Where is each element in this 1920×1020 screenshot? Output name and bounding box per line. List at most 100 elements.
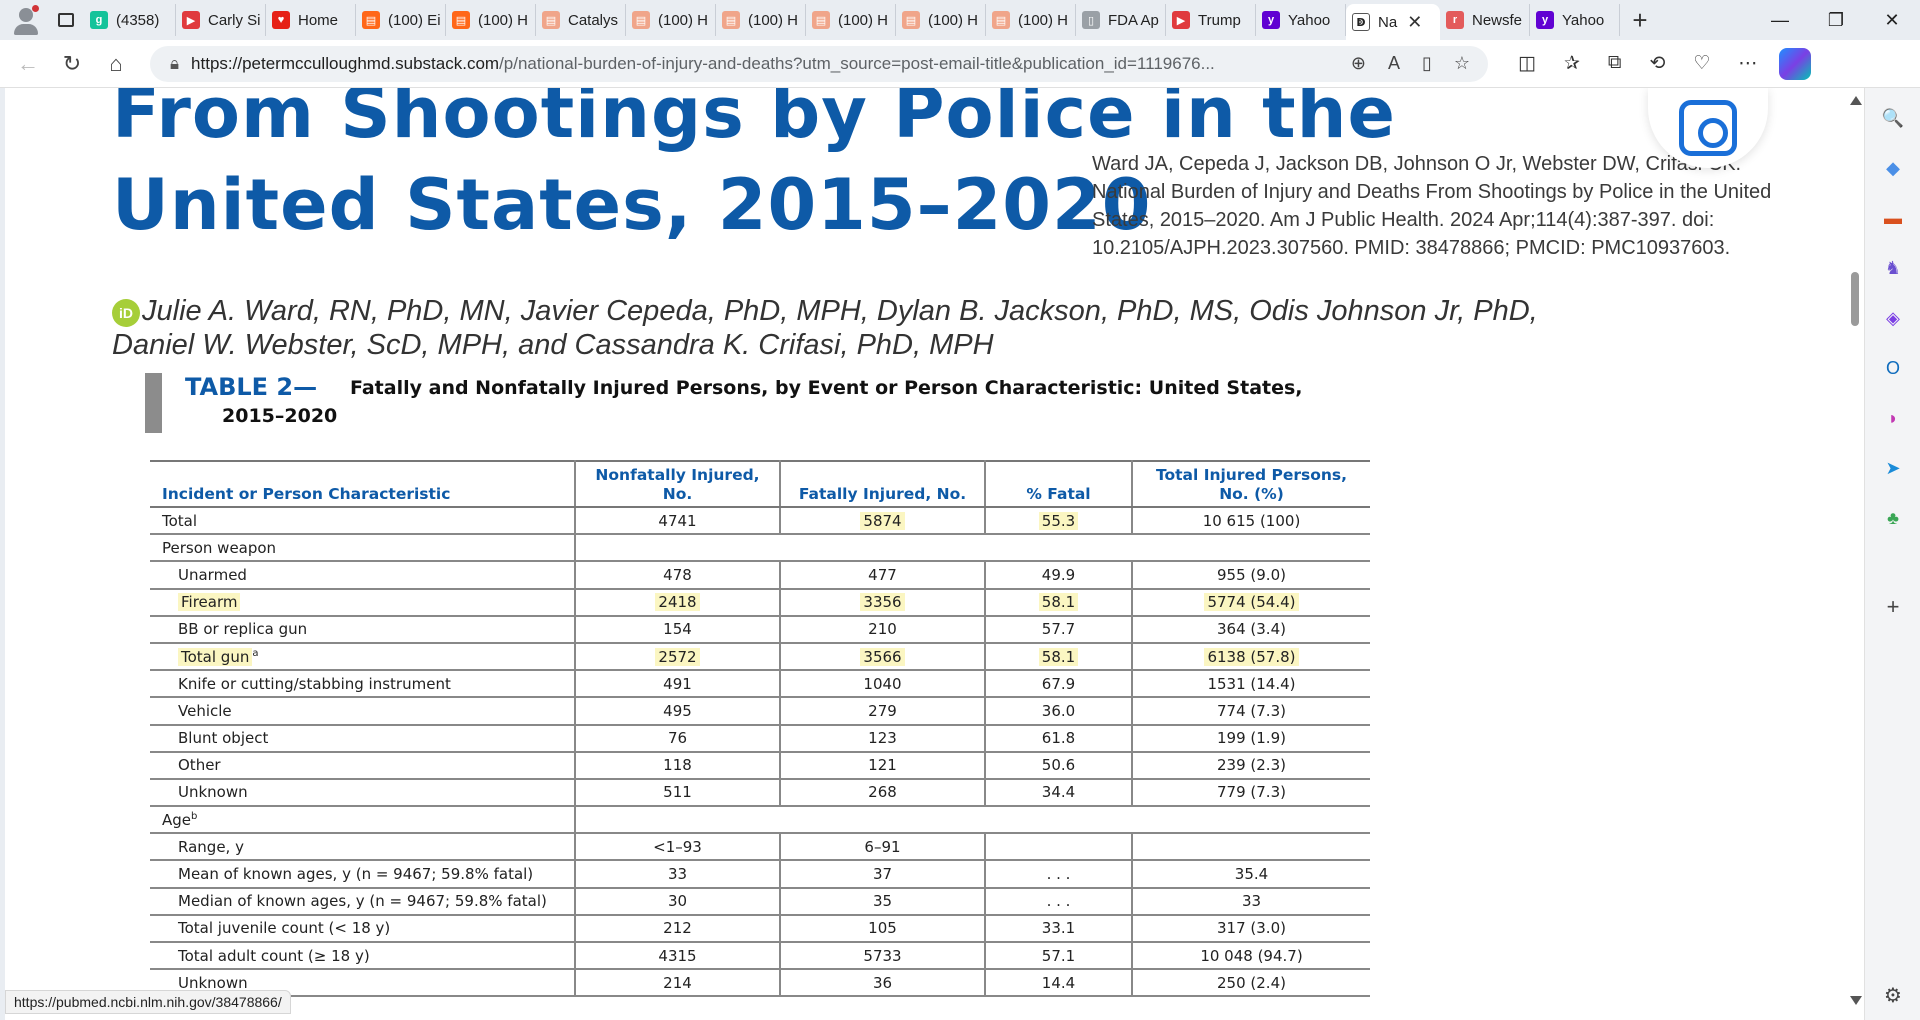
cell-value: 5774 (54.4) <box>1204 593 1299 612</box>
favorite-star-icon[interactable]: ☆ <box>1454 53 1470 74</box>
sidebar-settings-icon[interactable]: ⚙ <box>1881 983 1905 1007</box>
profile-avatar[interactable] <box>8 2 44 38</box>
tab-label: Trump <box>1198 11 1241 29</box>
table-cell: 279 <box>779 697 985 726</box>
table-body: Total 4741 5874 55.3 10 615 (100) Person weap… <box>150 507 1370 998</box>
table-cell: 58.1 <box>984 642 1132 672</box>
read-aloud-icon[interactable]: A <box>1388 53 1400 74</box>
tab-label: Yahoo <box>1562 11 1605 29</box>
table-cell: 121 <box>779 751 985 780</box>
tag-icon[interactable]: ◆ <box>1881 156 1905 180</box>
scroll-up-arrow-icon[interactable] <box>1850 96 1862 105</box>
collections-icon[interactable]: ⧉ <box>1608 52 1622 75</box>
edge-sidebar: + ⚙ 🔍 ◆ ▬ ♞ ◈ O ◗ ➤ ♣ <box>1864 88 1920 1020</box>
notification-dot <box>32 5 39 12</box>
close-tab-icon[interactable]: ✕ <box>1407 12 1422 33</box>
cell-value: 76 <box>667 729 688 748</box>
split-screen-icon[interactable]: ◫ <box>1518 52 1536 75</box>
cell-value: 50.6 <box>1041 756 1076 775</box>
games-icon[interactable]: ♞ <box>1881 256 1905 280</box>
tab-favicon-icon: ▯ <box>1082 11 1100 29</box>
zoom-icon[interactable]: ⊕ <box>1351 53 1366 74</box>
favorites-icon[interactable]: ✰ <box>1564 52 1580 75</box>
tab-actions-icon[interactable] <box>48 2 84 38</box>
more-options-icon[interactable]: ⋯ <box>1738 52 1757 75</box>
browser-tab[interactable]: ▶ Carly Si <box>176 4 266 36</box>
browser-tab[interactable]: ↁ Na ✕ <box>1346 4 1440 40</box>
browser-tab[interactable]: r Newsfe <box>1440 4 1530 36</box>
row-label-text: Knife or cutting/stabbing instrument <box>178 674 451 693</box>
restore-icon[interactable]: ❐ <box>1808 0 1864 40</box>
table-row: Total juvenile count (< 18 y) 212 105 33.1 3… <box>150 914 1370 944</box>
cell-value: 3356 <box>860 593 905 612</box>
outlook-icon[interactable]: O <box>1881 356 1905 380</box>
add-sidebar-app-icon[interactable]: + <box>1881 594 1905 619</box>
tab-favicon-icon: ▤ <box>812 11 830 29</box>
footnote-marker: a <box>252 647 259 659</box>
cell-value: 3566 <box>860 647 905 666</box>
browser-tab[interactable]: ▤ (100) H <box>896 4 986 36</box>
back-button[interactable]: ← <box>8 44 48 84</box>
browser-tab[interactable]: g (4358) <box>84 4 176 36</box>
row-label-text: Total adult count (≥ 18 y) <box>178 946 370 965</box>
browser-tab[interactable]: ▤ (100) Ei <box>356 4 446 36</box>
minimize-icon[interactable]: — <box>1752 0 1808 40</box>
cell-value: 5874 <box>860 511 905 530</box>
browser-tab[interactable]: ▤ (100) H <box>986 4 1076 36</box>
cell-value: 1040 <box>863 674 902 693</box>
browser-essentials-icon[interactable]: ♡ <box>1693 52 1710 75</box>
tree-icon[interactable]: ♣ <box>1881 506 1905 530</box>
table-cell: 5874 <box>779 507 985 536</box>
scroll-down-arrow-icon[interactable] <box>1850 996 1862 1005</box>
toolbox-icon[interactable]: ▬ <box>1881 206 1905 230</box>
browser-tab[interactable]: y Yahoo <box>1256 4 1346 36</box>
row-label: Unknown <box>150 778 575 808</box>
tab-favicon-icon: ▤ <box>362 11 380 29</box>
immersive-reader-icon[interactable]: ▯ <box>1422 53 1432 74</box>
table-cell: 36 <box>779 969 985 998</box>
table-cell: 67.9 <box>984 670 1132 699</box>
designer-icon[interactable]: ◗ <box>1881 406 1905 430</box>
cell-value: 511 <box>663 783 692 802</box>
tab-label: Carly Si <box>208 11 261 29</box>
browser-tab[interactable]: ▤ (100) H <box>716 4 806 36</box>
scroll-thumb[interactable] <box>1851 272 1859 326</box>
refresh-button[interactable]: ↻ <box>52 44 92 84</box>
table-cell: 3356 <box>779 588 985 617</box>
address-bar[interactable]: 🔒︎ https://petermcculloughmd.substack.co… <box>150 45 1488 82</box>
history-icon[interactable]: ⟲ <box>1649 52 1665 75</box>
table-row: Firearm 2418 3356 58.1 5774 (54.4) <box>150 588 1370 617</box>
cell-value: 123 <box>868 729 897 748</box>
close-window-icon[interactable]: ✕ <box>1864 0 1920 40</box>
vertical-scrollbar[interactable] <box>1847 88 1864 1020</box>
new-tab-button[interactable]: + <box>1620 5 1660 36</box>
browser-tab[interactable]: ▶ Trump <box>1166 4 1256 36</box>
table-cell: 239 (2.3) <box>1131 751 1370 780</box>
cell-value: 774 (7.3) <box>1217 701 1286 720</box>
browser-tab[interactable]: ▤ (100) H <box>446 4 536 36</box>
cell-value: 33 <box>667 865 688 884</box>
send-icon[interactable]: ➤ <box>1881 456 1905 480</box>
browser-tab[interactable]: y Yahoo <box>1530 4 1620 36</box>
table-row: Unarmed 478 477 49.9 955 (9.0) <box>150 561 1370 590</box>
tab-label: Newsfe <box>1472 11 1523 29</box>
table-cell: 118 <box>574 751 780 780</box>
orcid-icon[interactable]: iD <box>112 299 140 327</box>
copilot-app-icon[interactable]: ◈ <box>1881 306 1905 330</box>
copilot-icon[interactable] <box>1779 47 1812 80</box>
browser-tab[interactable]: ▤ Catalys <box>536 4 626 36</box>
search-icon[interactable]: 🔍 <box>1881 106 1905 130</box>
browser-tab[interactable]: ▤ (100) H <box>626 4 716 36</box>
browser-tab[interactable]: ♥ Home <box>266 4 356 36</box>
section-spacer <box>574 806 1370 835</box>
row-label: Blunt object <box>150 724 575 753</box>
tab-label: (100) H <box>1018 11 1069 29</box>
tab-favicon-icon: ▤ <box>452 11 470 29</box>
column-header: Fatally Injured, No. <box>779 461 985 508</box>
lock-icon[interactable]: 🔒︎ <box>170 54 179 74</box>
table-cell: 154 <box>574 615 780 644</box>
row-label: Vehicle <box>150 697 575 726</box>
browser-tab[interactable]: ▯ FDA Ap <box>1076 4 1166 36</box>
browser-tab[interactable]: ▤ (100) H <box>806 4 896 36</box>
home-button[interactable]: ⌂ <box>96 44 136 84</box>
